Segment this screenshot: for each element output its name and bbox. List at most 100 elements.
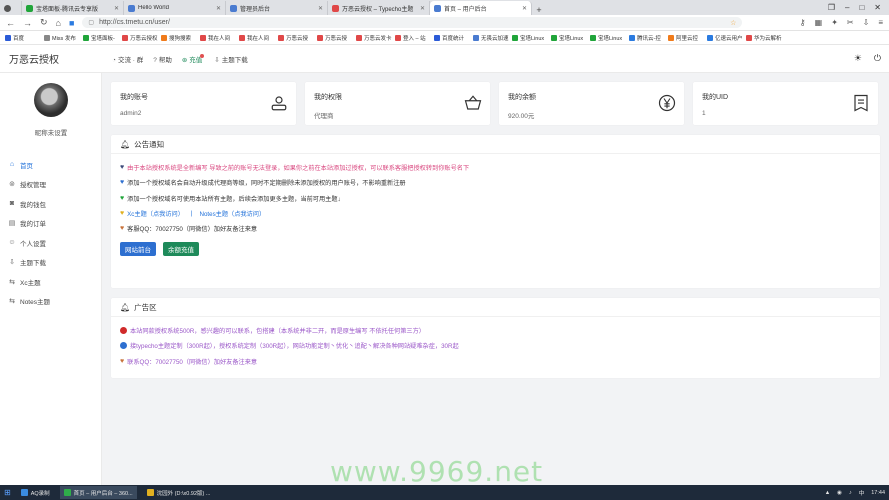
tab-close-icon[interactable]: ✕	[420, 5, 425, 12]
start-icon[interactable]: ⊞	[4, 488, 11, 497]
back-icon[interactable]: ←	[6, 18, 15, 28]
browser-tab[interactable]: 万恶云授权 – Typecho主题 ✕	[328, 1, 430, 15]
forward-icon[interactable]: →	[23, 18, 32, 28]
close-icon[interactable]: ✕	[874, 3, 881, 12]
site-favicon-icon	[332, 4, 339, 12]
menu-icon[interactable]: ≡	[878, 18, 883, 27]
notice-line: ♥ 客服QQ：70027750（同微信）加好友备注来意	[120, 221, 871, 236]
bookmark-item[interactable]: Miss 发布	[44, 34, 83, 42]
reload-icon[interactable]: ↻	[40, 17, 48, 28]
browser-tab[interactable]: 首页 – 用户后台 ✕	[430, 1, 532, 15]
bookmark-item[interactable]: 阿里云控	[668, 34, 707, 42]
bookmark-item[interactable]: 万恶云授	[317, 34, 356, 42]
sidebar-item[interactable]: ▤ 我的订单	[0, 214, 102, 234]
bookmark-item[interactable]: 搜狗搜索	[161, 34, 200, 42]
ime-icon[interactable]: 中	[859, 489, 865, 497]
nav-chat[interactable]: ◔ 交流 · 群	[112, 54, 143, 64]
bookmark-item[interactable]: 万恶云授	[278, 34, 317, 42]
bookmark-label: 宝塔Linux	[520, 35, 545, 42]
scissors-icon[interactable]: ✂	[847, 18, 854, 27]
card-label: 我的账号	[120, 94, 148, 101]
heart-icon: ♥	[120, 179, 125, 187]
browser-tab[interactable]: 宝塔面板-腾讯云专享版 ✕	[22, 1, 124, 15]
taskbar-item[interactable]: AQ录制	[17, 486, 54, 499]
key-icon[interactable]: ⚷	[800, 18, 806, 27]
sidebar-item[interactable]: ⇩ 主题下载	[0, 253, 102, 273]
sidebar-item[interactable]: ⊚ 授权管理	[0, 175, 102, 195]
wifi-icon[interactable]: ◉	[837, 490, 842, 496]
extensions-icon[interactable]: ✦	[831, 18, 838, 27]
sidebar-item-label: 我的钱包	[20, 201, 46, 209]
heart-icon: ♥	[120, 357, 125, 365]
taskbar-item[interactable]: 沈园外 (D:\x0.92版) ...	[143, 486, 215, 499]
sidebar-item[interactable]: ⇆ Xc主题	[0, 272, 102, 292]
notice-text: 添加一个授权域名可使用本站所有主题，后续会添加更多主题，当前可用主题↓	[127, 195, 341, 203]
restore-icon[interactable]: ❐	[828, 3, 835, 12]
bookmark-item[interactable]: 华为云解析	[746, 34, 785, 42]
bookmark-item[interactable]: 万恶云授权	[122, 34, 161, 42]
grid-icon[interactable]: ▦	[815, 18, 823, 27]
bookmark-item[interactable]: 我在人间	[200, 34, 239, 42]
sidebar-item[interactable]: ☺ 个人设置	[0, 233, 102, 253]
bookmark-item[interactable]: 百度	[5, 34, 44, 42]
taskbar-item[interactable]: 首页 – 用户后台 – 360...	[59, 486, 137, 499]
site-front-button[interactable]: 网站前台	[120, 242, 156, 257]
basket-icon	[464, 95, 482, 110]
volume-icon[interactable]: ♪	[849, 490, 852, 496]
sidebar-item[interactable]: ⌂ 首页	[0, 155, 102, 175]
bookmark-favicon-icon	[629, 34, 635, 41]
bookmark-item[interactable]: 宝塔Linux	[590, 34, 629, 42]
nav-recharge[interactable]: ⊛ 充值	[182, 53, 205, 64]
download-icon[interactable]: ⇩	[863, 18, 870, 27]
url-field[interactable]: ▢ http://cs.tmetu.cn/user/ ☆	[82, 17, 743, 28]
bookmark-favicon-icon	[44, 34, 50, 41]
bookmark-item[interactable]: 我在人间	[239, 34, 278, 42]
ads-title: 广告区	[134, 302, 157, 312]
recharge-button[interactable]: 余额充值	[163, 242, 199, 257]
nav-download[interactable]: ⇩ 主题下载	[214, 54, 247, 64]
maximize-icon[interactable]: □	[859, 3, 864, 12]
shield-icon[interactable]: ■	[69, 18, 74, 28]
minimize-icon[interactable]: –	[845, 3, 849, 12]
bookmark-favicon-icon	[473, 34, 479, 41]
bookmark-item[interactable]: 宝塔Linux	[512, 34, 551, 42]
favorite-star-icon[interactable]: ☆	[730, 19, 736, 27]
xc-theme-link[interactable]: Xc主题（点我访问）	[127, 209, 184, 218]
tab-close-icon[interactable]: ✕	[114, 5, 119, 12]
bookmark-label: 亿速云用户	[715, 35, 743, 42]
stat-cards: 我的账号 admin2 我的权限 代理商 我的余额 920.00元 我的UID …	[111, 82, 880, 125]
browser-tab[interactable]: Hello World ✕	[124, 1, 226, 15]
power-icon[interactable]: ⏻	[874, 53, 881, 64]
sidebar-item[interactable]: ◙ 我的钱包	[0, 194, 102, 214]
bookmark-item[interactable]: 宝塔面板-	[83, 34, 122, 42]
clock[interactable]: 17:44	[871, 490, 885, 496]
bookmark-item[interactable]: 登入 – 站	[395, 34, 434, 42]
browser-tab[interactable]: 管理员后台 ✕	[226, 1, 328, 15]
card-value: 1	[702, 110, 706, 117]
sidebar-item[interactable]: ⇆ Notes主题	[0, 292, 102, 312]
browser-toolbar: ⚷ ▦ ✦ ✂ ⇩ ≡	[800, 18, 883, 27]
tab-close-icon[interactable]: ✕	[216, 5, 221, 12]
notes-theme-link[interactable]: Notes主题（点我访问）	[200, 209, 266, 218]
avatar[interactable]	[34, 83, 68, 117]
tab-close-icon[interactable]: ✕	[522, 5, 527, 12]
bookmark-favicon-icon	[590, 34, 596, 41]
bookmark-item[interactable]: 万恶云发卡	[356, 34, 395, 42]
theme-toggle-icon[interactable]: ☀	[854, 53, 862, 64]
blue-circle-icon	[120, 342, 127, 350]
bookmark-item[interactable]: 亿速云用户	[707, 34, 746, 42]
bookmark-item[interactable]: 百度统计	[434, 34, 473, 42]
network-icon[interactable]: ▲	[825, 490, 830, 496]
card-label: 我的余额	[508, 94, 536, 101]
tab-close-icon[interactable]: ✕	[318, 5, 323, 12]
bookmark-item[interactable]: 宝塔Linux	[551, 34, 590, 42]
nav-help[interactable]: ? 帮助	[153, 54, 172, 64]
bookmark-label: 百度统计	[442, 35, 465, 42]
bookmark-item[interactable]: 腾讯云-控	[629, 34, 668, 42]
bookmark-item[interactable]: 无畏云加速	[473, 34, 512, 42]
browser-tab[interactable]	[0, 1, 22, 15]
brand-title: 万恶云授权	[9, 55, 59, 66]
bookmark-label: 无畏云加速	[481, 35, 509, 42]
home-icon[interactable]: ⌂	[56, 18, 61, 28]
new-tab-icon[interactable]: +	[532, 5, 546, 15]
